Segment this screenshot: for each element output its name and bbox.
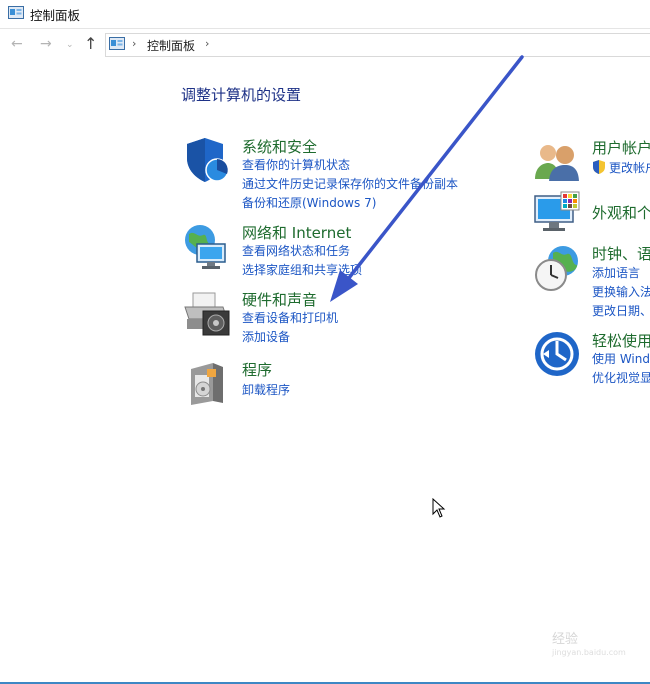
category-link[interactable]: 通过文件历史记录保存你的文件备份副本 [242, 175, 458, 192]
page-heading: 调整计算机的设置 [181, 86, 302, 104]
category-title[interactable]: 硬件和声音 [242, 289, 317, 310]
category-link[interactable]: 选择家庭组和共享选项 [242, 261, 362, 278]
category-link[interactable]: 添加设备 [242, 328, 290, 345]
category-title[interactable]: 外观和个 [592, 202, 650, 223]
category-system-security: 系统和安全 查看你的计算机状态 通过文件历史记录保存你的文件备份副本 备份和还原… [183, 136, 483, 210]
recent-locations-chevron-icon[interactable]: ⌄ [66, 40, 74, 50]
breadcrumb-separator[interactable]: › [132, 37, 136, 50]
category-link[interactable]: 使用 Wind [592, 350, 650, 367]
category-link[interactable]: 卸载程序 [242, 381, 290, 398]
printer-icon[interactable] [183, 289, 233, 339]
category-link[interactable]: 添加语言 [592, 264, 640, 281]
category-link[interactable]: 查看网络状态和任务 [242, 242, 350, 259]
breadcrumb[interactable]: 控制面板 [147, 37, 195, 54]
control-panel-icon [8, 6, 24, 19]
network-icon[interactable] [183, 222, 233, 272]
back-arrow-icon[interactable]: ← [11, 36, 23, 52]
category-title[interactable]: 用户帐户 [592, 137, 650, 158]
mouse-cursor-icon [432, 498, 446, 518]
accessibility-icon[interactable] [533, 330, 583, 380]
users-icon[interactable] [533, 137, 583, 181]
breadcrumb-separator[interactable]: › [205, 37, 209, 50]
category-link[interactable]: 更换输入法 [592, 283, 650, 300]
watermark-url: jingyan.baidu.com [552, 648, 626, 657]
programs-icon[interactable] [183, 359, 233, 409]
category-clock-language: 时钟、语 添加语言 更换输入法 更改日期、 [533, 243, 650, 317]
category-link-label: 更改帐户 [609, 161, 650, 175]
title-bar: 控制面板 [0, 0, 650, 29]
uac-shield-icon [593, 160, 605, 174]
control-panel-icon [109, 37, 125, 50]
address-bar[interactable]: › 控制面板 › [105, 33, 650, 57]
category-hardware-sound: 硬件和声音 查看设备和打印机 添加设备 [183, 289, 483, 345]
category-title[interactable]: 系统和安全 [242, 136, 317, 157]
category-ease-of-access: 轻松使用 使用 Wind 优化视觉显 [533, 330, 650, 386]
forward-arrow-icon[interactable]: → [40, 36, 52, 52]
shield-icon[interactable] [183, 136, 233, 186]
category-link[interactable]: 更改日期、 [592, 302, 650, 317]
category-link[interactable]: 优化视觉显 [592, 369, 650, 386]
category-programs: 程序 卸载程序 [183, 359, 483, 405]
category-appearance: 外观和个 [533, 190, 650, 240]
up-arrow-icon[interactable]: ↑ [84, 34, 97, 53]
category-user-accounts: 用户帐户 更改帐户 [533, 137, 650, 181]
category-link[interactable]: 更改帐户 [592, 159, 650, 176]
category-link[interactable]: 查看你的计算机状态 [242, 156, 350, 173]
category-title[interactable]: 网络和 Internet [242, 222, 351, 243]
clock-icon[interactable] [533, 243, 583, 293]
category-network-internet: 网络和 Internet 查看网络状态和任务 选择家庭组和共享选项 [183, 222, 483, 278]
category-link[interactable]: 查看设备和打印机 [242, 309, 338, 326]
category-link[interactable]: 备份和还原(Windows 7) [242, 194, 376, 211]
watermark: 经验 [552, 632, 579, 647]
window-title: 控制面板 [30, 8, 81, 23]
display-icon[interactable] [533, 190, 583, 240]
category-title[interactable]: 程序 [242, 359, 272, 380]
category-title[interactable]: 轻松使用 [592, 330, 650, 351]
navigation-bar: ← → ⌄ ↑ › 控制面板 › [0, 29, 650, 61]
category-title[interactable]: 时钟、语 [592, 243, 650, 264]
